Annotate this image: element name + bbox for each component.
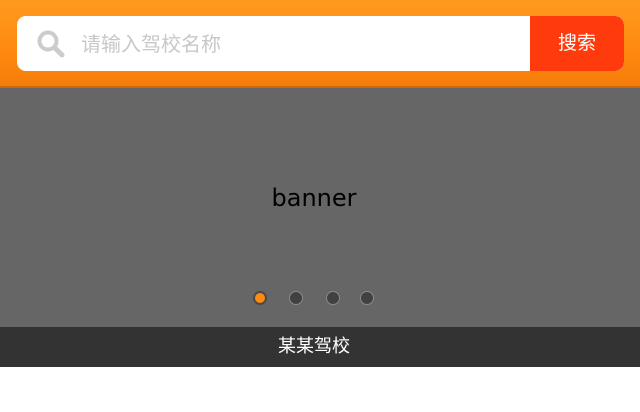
banner-text: banner <box>271 184 357 212</box>
carousel-dot-3[interactable] <box>326 291 340 305</box>
search-bar: 搜索 <box>17 16 624 71</box>
header-bar: 搜索 <box>0 0 640 88</box>
search-button[interactable]: 搜索 <box>530 16 624 71</box>
carousel-dot-1[interactable] <box>253 291 267 305</box>
carousel-dot-4[interactable] <box>360 291 374 305</box>
banner-carousel[interactable]: banner <box>0 88 640 327</box>
banner-caption-bar: 某某驾校 <box>0 327 640 367</box>
search-icon[interactable] <box>36 29 66 59</box>
carousel-dot-2[interactable] <box>289 291 303 305</box>
search-input[interactable] <box>81 16 521 71</box>
banner-caption: 某某驾校 <box>278 336 350 357</box>
